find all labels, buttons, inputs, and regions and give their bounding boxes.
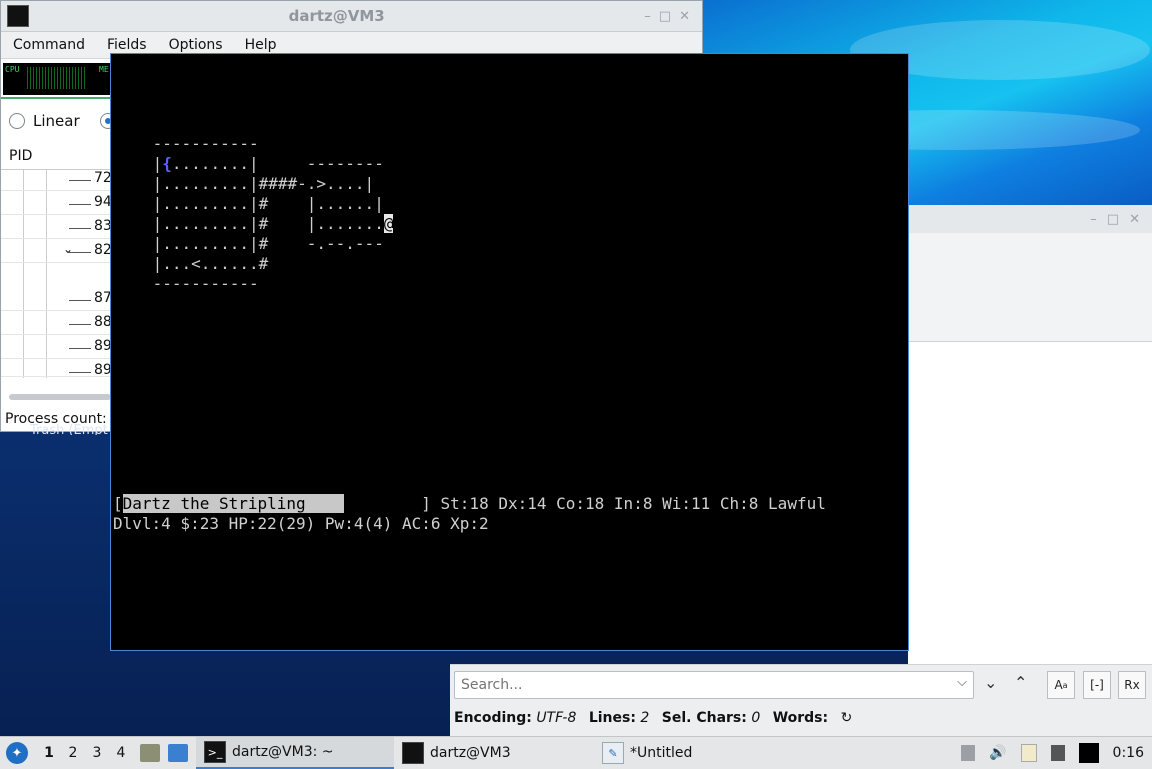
pid-cell: 89 — [94, 362, 111, 377]
table-row[interactable]: 94 — [1, 194, 112, 215]
task-manager-titlebar[interactable]: dartz@VM3 – □ ✕ — [1, 1, 702, 32]
volume-icon[interactable]: 🔊 — [989, 745, 1006, 761]
start-menu-icon[interactable]: ✦ — [6, 742, 28, 764]
sel-chars-value: 0 — [751, 710, 761, 726]
map-line: |...<......# — [143, 254, 269, 273]
attributes-text: ] St:18 Dx:14 Co:18 In:8 Wi:11 Ch:8 Lawf… — [344, 494, 826, 513]
system-tray: 🔊 0:16 — [961, 737, 1152, 769]
clipboard-icon[interactable] — [1020, 744, 1037, 762]
desktop-trash-label[interactable]: Trash (Empt — [30, 423, 108, 435]
cpu-graph: CPU ME — [3, 63, 111, 95]
horizontal-scrollbar[interactable] — [9, 394, 111, 400]
workspace-4[interactable]: 4 — [110, 745, 132, 761]
pid-header-label: PID — [9, 148, 33, 164]
table-row[interactable]: 89 — [1, 338, 112, 359]
linear-radio[interactable] — [9, 113, 25, 129]
linear-label[interactable]: Linear — [33, 112, 80, 130]
maximize-icon[interactable]: □ — [659, 9, 671, 24]
editor-search-bar: ⌵ ⌄ ⌃ Aa [-] Rx Encoding: UTF-8 Lines: 2… — [450, 664, 1152, 737]
table-row[interactable]: 87 — [1, 290, 112, 311]
map-line: |.........|# |......| — [143, 194, 384, 213]
terminal-window[interactable]: ----------- |{........| -------- |......… — [110, 53, 909, 651]
status-line-1: [Dartz the Stripling ] St:18 Dx:14 Co:18… — [113, 494, 826, 514]
table-row[interactable]: 72 — [1, 170, 112, 191]
app-icon — [402, 742, 424, 764]
dungeon-map: ----------- |{........| -------- |......… — [143, 134, 394, 294]
app-icon — [7, 5, 29, 27]
task-label: *Untitled — [630, 745, 693, 761]
chevron-down-icon[interactable]: ⌵ — [957, 675, 967, 690]
minimize-icon[interactable]: – — [644, 9, 651, 24]
search-field[interactable]: ⌵ — [454, 671, 974, 699]
task-label: dartz@VM3 — [430, 745, 511, 761]
map-line: |.........|# -.--.--- — [143, 234, 384, 253]
network-icon[interactable] — [1050, 745, 1065, 761]
menu-command[interactable]: Command — [1, 37, 95, 53]
task-editor[interactable]: ✎ *Untitled — [594, 737, 700, 769]
search-input[interactable] — [455, 672, 943, 698]
map-line: |.........|# |.......@ — [143, 214, 394, 233]
status-line-2: Dlvl:4 $:23 HP:22(29) Pw:4(4) AC:6 Xp:2 — [113, 514, 489, 533]
tray-icon[interactable] — [961, 745, 976, 761]
mem-label: ME — [99, 65, 109, 74]
whole-word-icon[interactable]: [-] — [1083, 671, 1111, 699]
task-terminal[interactable]: >_ dartz@VM3: ~ — [196, 737, 394, 769]
find-next-icon[interactable]: ⌄ — [984, 673, 997, 692]
editor-statusbar: Encoding: UTF-8 Lines: 2 Sel. Chars: 0 W… — [454, 710, 852, 726]
task-task-manager[interactable]: dartz@VM3 — [394, 737, 594, 769]
minimize-icon[interactable]: – — [1090, 212, 1097, 227]
close-icon[interactable]: ✕ — [679, 9, 690, 24]
map-line: ----------- — [143, 274, 259, 293]
window-title: dartz@VM3 — [288, 7, 385, 25]
find-previous-icon[interactable]: ⌃ — [1014, 673, 1027, 692]
encoding-label: Encoding: — [454, 710, 532, 726]
table-row[interactable]: 88 — [1, 314, 112, 335]
text-editor-icon: ✎ — [602, 742, 624, 764]
cpu-label: CPU — [5, 65, 20, 74]
player-cursor: @ — [383, 214, 394, 233]
table-row[interactable]: 89 — [1, 362, 111, 377]
refresh-icon[interactable]: ↻ — [841, 710, 853, 726]
table-row[interactable]: 83 — [1, 218, 112, 239]
chevron-down-icon[interactable]: ⌄ — [63, 242, 73, 256]
clock[interactable]: 0:16 — [1113, 745, 1144, 761]
fountain-symbol: { — [162, 154, 172, 173]
map-line: |.........|####-.>....| — [143, 174, 375, 193]
table-row[interactable]: ⌄ 82 — [1, 242, 112, 263]
words-label: Words: — [772, 710, 829, 726]
regex-icon[interactable]: Rx — [1118, 671, 1146, 699]
workspace-1[interactable]: 1 — [38, 745, 60, 761]
map-line: |{........| -------- — [143, 154, 384, 173]
close-icon[interactable]: ✕ — [1129, 212, 1140, 227]
menu-options[interactable]: Options — [157, 37, 233, 53]
app-tray-icon[interactable] — [1078, 743, 1099, 763]
workspace-3[interactable]: 3 — [86, 745, 108, 761]
map-line: ----------- — [143, 134, 259, 153]
match-case-icon[interactable]: Aa — [1047, 671, 1075, 699]
maximize-icon[interactable]: □ — [1107, 212, 1119, 227]
taskbar: ✦ 1 2 3 4 >_ dartz@VM3: ~ dartz@VM3 ✎ *U… — [0, 736, 1152, 769]
lines-value: 2 — [640, 710, 650, 726]
show-desktop-icon[interactable] — [168, 744, 188, 762]
workspace-2[interactable]: 2 — [62, 745, 84, 761]
menu-fields[interactable]: Fields — [95, 37, 157, 53]
task-label: dartz@VM3: ~ — [232, 744, 334, 760]
file-manager-icon[interactable] — [140, 744, 160, 762]
editor-toolbar — [908, 233, 1152, 342]
status-bracket: [ — [113, 494, 123, 513]
editor-titlebar[interactable]: – □ ✕ — [908, 205, 1152, 233]
sel-chars-label: Sel. Chars: — [661, 710, 747, 726]
lines-label: Lines: — [588, 710, 636, 726]
terminal-icon: >_ — [204, 741, 226, 763]
encoding-value: UTF-8 — [536, 710, 577, 726]
character-name: Dartz the Stripling — [122, 494, 345, 513]
menu-help[interactable]: Help — [233, 37, 287, 53]
